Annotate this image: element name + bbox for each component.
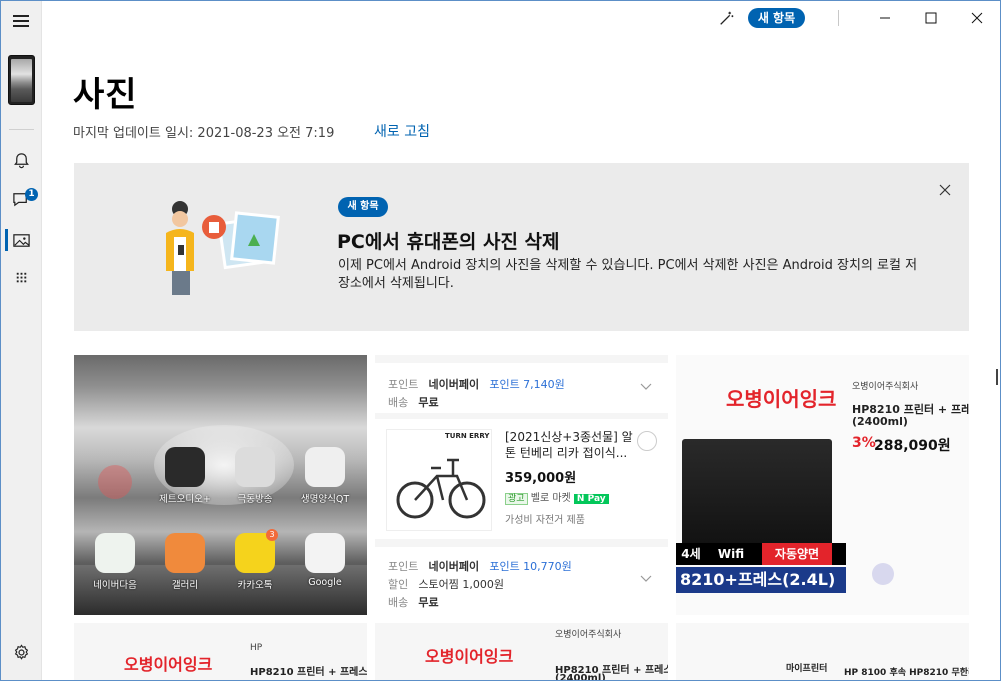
product-price: 359,000원 [505,471,577,486]
app-icon-qt: 생명양식QT [290,447,360,505]
photo-thumbnail[interactable]: 오병이어잉크 오병이어주식회사 HP8210 프린터 + 프레스 무 (2400… [375,623,668,680]
title-bar: 새 항목 [42,1,1000,35]
refresh-link[interactable]: 새로 고침 [374,121,430,141]
phone-link-window: 1 새 항목 사진 마지막 업데이트 일시: 2021-08-23 오전 7:1… [0,0,1001,681]
product-category: 가성비 자전거 제품 [505,515,585,526]
printer-image [682,439,832,549]
photo-thumbnail[interactable]: 마이프린터 HP 8100 후속 HP8210 무한리필프린터 [676,623,969,680]
app-icon-kakaotalk: 카카오톡 3 [220,529,290,591]
messages-unread-badge: 1 [25,188,38,201]
banner-body: 이제 PC에서 Android 장치의 사진을 삭제할 수 있습니다. PC에서… [338,258,918,291]
photo-thumbnail[interactable]: 오병이어잉크 HP HP8210 프린터 + 프레스 무 [74,623,367,680]
titlebar-divider [838,10,839,26]
app-icon-gallery: 갤러리 [150,533,220,591]
banner-heading: PC에서 휴대폰의 사진 삭제 [337,231,560,253]
bicycle-image: TURN ERRY [386,429,492,531]
app-icon-google: Google [290,533,360,588]
new-feature-badge: 새 항목 [338,197,388,217]
maximize-button[interactable] [908,1,954,35]
seller-row: 광고 벨로 마켓 N Pay [505,489,609,505]
notifications-bell-icon[interactable] [12,151,31,170]
kakaotalk-badge: 3 [266,529,278,541]
new-items-button[interactable]: 새 항목 [748,8,805,28]
photo-thumbnail[interactable]: 제트오디오+ 극동방송 생명양식QT 네이버다음 갤러리 카카오톡 3 Goog… [74,355,367,615]
shop-panel: 포인트 네이버페이 포인트 7,140원 배송 무료 [375,363,668,413]
shop-logo: 오병이어잉크 [726,387,837,411]
delete-photo-illustration-icon [166,201,280,295]
rail-divider [9,129,34,130]
minimize-button[interactable] [862,1,908,35]
feature-banner: 새 항목 PC에서 휴대폰의 사진 삭제 이제 PC에서 Android 장치의… [74,163,969,331]
photo-thumbnail[interactable]: 오병이어잉크 오병이어주식회사 HP8210 프린터 + 프레스 무 (2400… [676,355,969,615]
navigation-rail: 1 [1,1,42,680]
mascot-icon [872,563,894,585]
app-icon-jetaudio: 제트오디오+ [150,447,220,505]
product-card: TURN ERRY [2021신상+3종선물] 알톤 턴베리 리카 접이식...… [375,419,668,539]
wishlist-heart-icon [637,431,657,451]
last-updated-text: 마지막 업데이트 일시: 2021-08-23 오전 7:19 [73,126,335,141]
photos-icon[interactable] [12,231,31,250]
scrollbar-thumb[interactable] [996,369,998,385]
settings-gear-icon[interactable] [12,643,31,662]
active-indicator [5,229,8,251]
app-icon-febc: 극동방송 [220,447,290,505]
hamburger-menu-icon[interactable] [13,15,29,27]
close-window-button[interactable] [954,1,1000,35]
touch-indicator [98,465,132,499]
page-title: 사진 [73,75,138,115]
photo-thumbnail[interactable]: 포인트 네이버페이 포인트 7,140원 배송 무료 TURN ERRY [20… [375,355,668,615]
app-icon-folder: 네이버다음 [80,533,150,591]
whats-new-wand-icon[interactable] [718,9,736,27]
banner-close-icon[interactable] [939,181,951,196]
apps-grid-icon[interactable] [12,269,31,288]
product-title: [2021신상+3종선물] 알톤 턴베리 리카 접이식... [505,430,633,460]
shop-panel-2: 포인트 네이버페이 포인트 10,770원 할인 스토어찜 1,000원 배송 … [375,547,668,615]
phone-thumbnail[interactable] [8,55,35,105]
